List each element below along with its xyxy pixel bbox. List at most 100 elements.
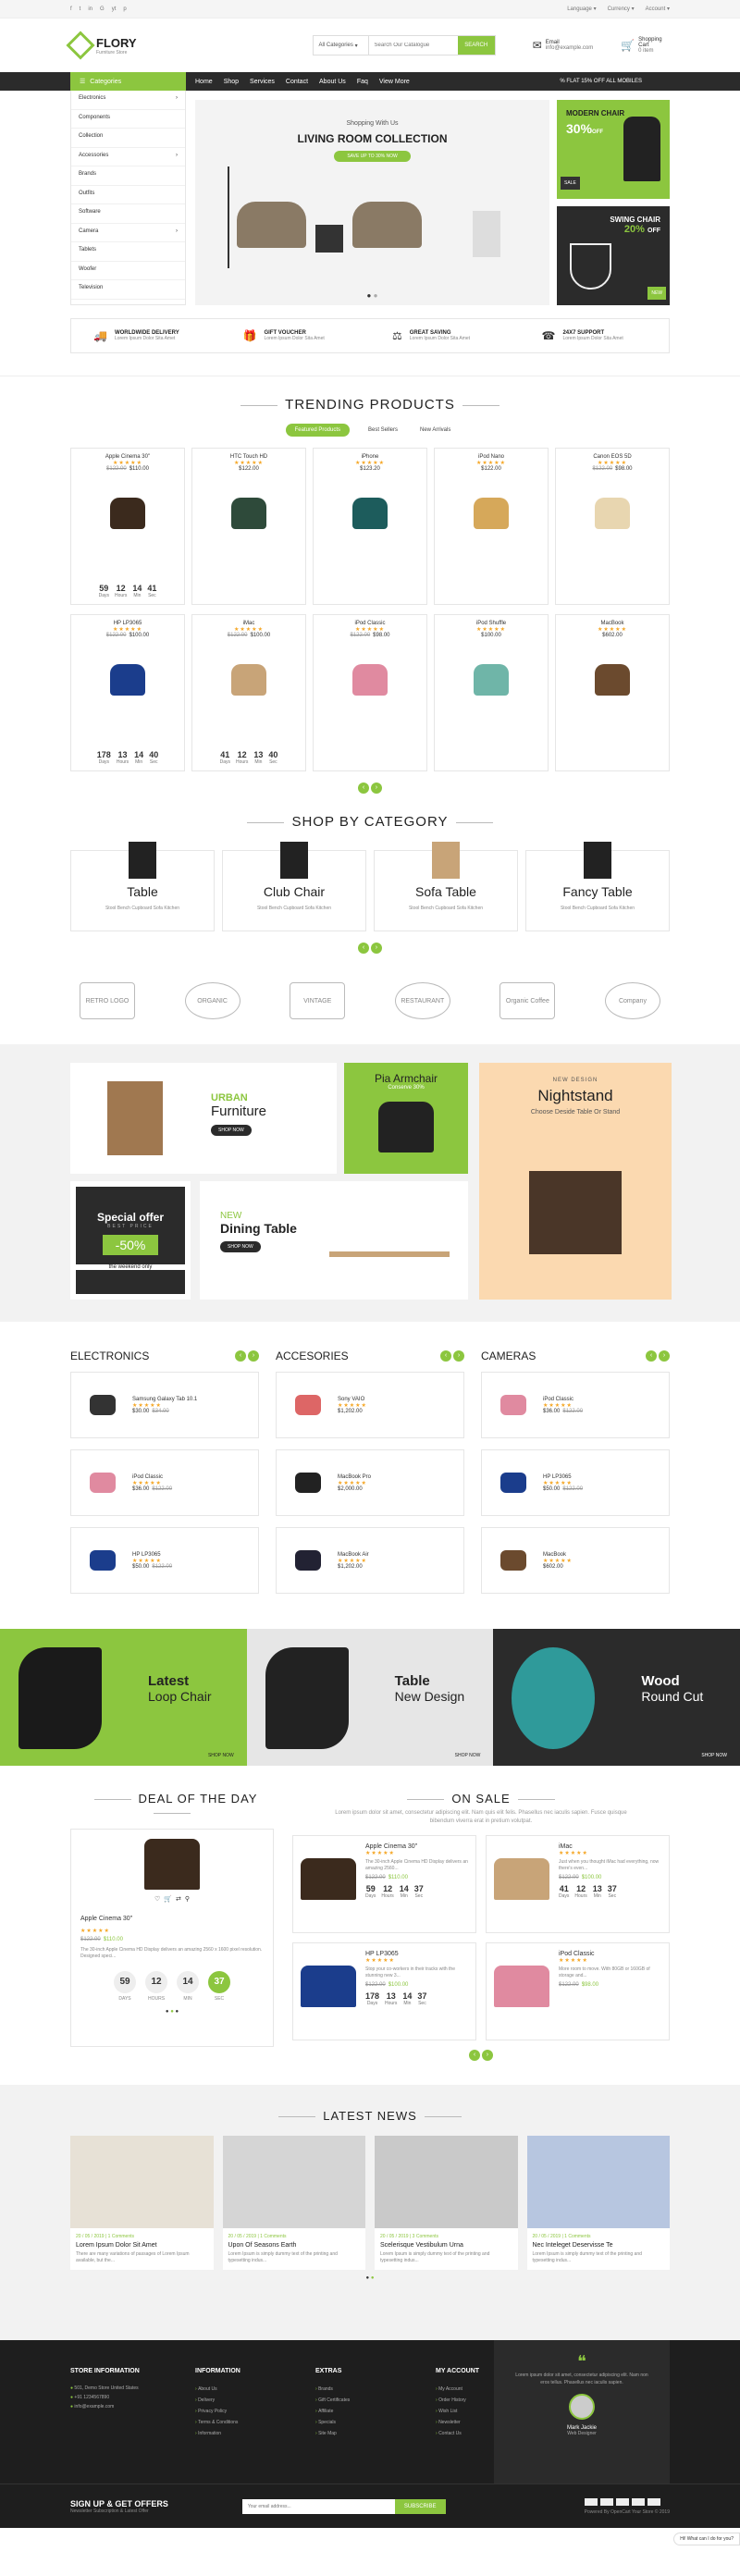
news-title[interactable]: Nec Inteleget Deservisse Te: [533, 2242, 665, 2249]
cart-icon[interactable]: 🛒: [164, 1895, 172, 1903]
footer-link[interactable]: › Affiliate: [315, 2406, 417, 2417]
tab[interactable]: Best Sellers: [364, 424, 401, 437]
swing-chair-banner[interactable]: SWING CHAIR 20% OFF NEW: [557, 206, 670, 305]
sidebar-item[interactable]: Components: [71, 110, 185, 129]
category-sublinks[interactable]: Stool Bench Cupboard Sofa Kitchen: [241, 905, 347, 912]
footer-link[interactable]: › Brands: [315, 2384, 417, 2395]
list-item[interactable]: Sony VAIO ★★★★★ $1,202.00: [276, 1372, 464, 1438]
category-select[interactable]: All Categories ▾: [314, 36, 369, 55]
brand-logo[interactable]: RETRO LOGO: [80, 982, 135, 1019]
account-dropdown[interactable]: Account ▾: [646, 6, 670, 12]
product-card[interactable]: Canon EOS 5D ★★★★★ $122.00 $98.00: [555, 448, 670, 605]
nav-link[interactable]: About Us: [319, 79, 346, 85]
wishlist-icon[interactable]: ♡: [154, 1895, 160, 1903]
column-nav[interactable]: ‹ ›: [440, 1350, 464, 1362]
news-title[interactable]: Scelerisque Vestibulum Urna: [380, 2242, 512, 2249]
footer-link[interactable]: › About Us: [195, 2384, 297, 2395]
cart[interactable]: 🛒 Shopping Cart 0 item: [621, 37, 670, 54]
compare-icon[interactable]: ⇄: [176, 1895, 181, 1903]
sidebar-item[interactable]: Television: [71, 280, 185, 300]
slider-dots[interactable]: ● ●: [195, 291, 549, 300]
list-item[interactable]: HP LP3065 ★★★★★ $50.00 $122.00: [481, 1449, 670, 1516]
nav-link[interactable]: Services: [250, 79, 275, 85]
brand-logo[interactable]: Company: [604, 982, 660, 1019]
sidebar-item[interactable]: Camera ›: [71, 224, 185, 242]
urban-banner[interactable]: URBAN Furniture SHOP NOW: [70, 1063, 337, 1174]
news-card[interactable]: 20 / 05 / 2019 | 1 Comments Upon Of Seaso…: [222, 2136, 365, 2270]
shop-now-link[interactable]: SHOP NOW: [701, 1753, 727, 1758]
shop-now-button[interactable]: SHOP NOW: [220, 1241, 261, 1252]
list-item[interactable]: iPod Classic ★★★★★ $36.00 $122.00: [70, 1449, 259, 1516]
product-card[interactable]: iPod Classic ★★★★★ $122.00 $98.00: [313, 614, 427, 771]
categories-button[interactable]: ☰ Categories: [70, 72, 186, 91]
brand-logo[interactable]: VINTAGE: [290, 982, 346, 1019]
sidebar-item[interactable]: Tablets: [71, 242, 185, 262]
category-sublinks[interactable]: Stool Bench Cupboard Sofa Kitchen: [545, 905, 650, 912]
shop-now-link[interactable]: SHOP NOW: [208, 1753, 234, 1758]
subscribe-button[interactable]: SUBSCRIBE: [394, 2498, 446, 2514]
category-sublinks[interactable]: Stool Bench Cupboard Sofa Kitchen: [90, 905, 195, 912]
logo[interactable]: FLORY Furniture Store: [66, 31, 216, 60]
brand-logo[interactable]: ORGANIC: [184, 982, 240, 1019]
list-item[interactable]: MacBook Pro ★★★★★ $2,000.00: [276, 1449, 464, 1516]
list-item[interactable]: MacBook ★★★★★ $602.00: [481, 1527, 670, 1594]
brand-logo[interactable]: RESTAURANT: [394, 982, 450, 1019]
deal-card[interactable]: ♡ 🛒 ⇄ ⚲ Apple Cinema 30" ★★★★★ $122.00 $110.…: [70, 1829, 274, 2047]
tab[interactable]: Featured Products: [285, 424, 350, 437]
news-title[interactable]: Upon Of Seasons Earth: [228, 2242, 361, 2249]
promo-banner[interactable]: Latest Loop Chair SHOP NOW: [0, 1629, 247, 1766]
nightstand-banner[interactable]: NEW DESIGN Nightstand Choose Deside Tabl…: [479, 1063, 672, 1300]
search-input[interactable]: [368, 36, 458, 55]
list-item[interactable]: Samsung Galaxy Tab 10.1 ★★★★★ $30.00 $34.00: [70, 1372, 259, 1438]
category-title[interactable]: Table: [71, 884, 214, 899]
column-nav[interactable]: ‹ ›: [235, 1350, 259, 1362]
footer-link[interactable]: › Delivery: [195, 2395, 297, 2406]
chat-widget[interactable]: Hi! What can I do for you?: [673, 2533, 740, 2545]
footer-link[interactable]: › Site Map: [315, 2428, 417, 2439]
news-card[interactable]: 20 / 05 / 2019 | 1 Comments Lorem Ipsum D…: [70, 2136, 214, 2270]
list-item[interactable]: MacBook Air ★★★★★ $1,202.00: [276, 1527, 464, 1594]
social-icon[interactable]: p: [123, 6, 126, 12]
news-title[interactable]: Lorem Ipsum Dolor Sit Amet: [76, 2242, 208, 2249]
footer-link[interactable]: › Terms & Conditions: [195, 2417, 297, 2428]
product-card[interactable]: iPod Nano ★★★★★ $122.00: [434, 448, 549, 605]
product-card[interactable]: iPod Shuffle ★★★★★ $100.00: [434, 614, 549, 771]
product-card[interactable]: iMac ★★★★★ $122.00 $100.00 41 Days 12 Hours 13 Mi…: [191, 614, 306, 771]
promo-banner[interactable]: Table New Design SHOP NOW: [246, 1629, 494, 1766]
footer-link[interactable]: › Specials: [315, 2417, 417, 2428]
category-card[interactable]: Fancy Table Stool Bench Cupboard Sofa Kit…: [525, 842, 670, 931]
category-card[interactable]: Sofa Table Stool Bench Cupboard Sofa Kitc…: [374, 842, 518, 931]
product-card[interactable]: HP LP3065 ★★★★★ $122.00 $100.00 178 Days 13 Hou…: [70, 614, 185, 771]
currency-dropdown[interactable]: Currency ▾: [608, 6, 635, 12]
promo-banner[interactable]: Wood Round Cut SHOP NOW: [493, 1629, 740, 1766]
shop-now-link[interactable]: SHOP NOW: [455, 1753, 481, 1758]
footer-link[interactable]: › Information: [195, 2428, 297, 2439]
nav-link[interactable]: Shop: [224, 79, 239, 85]
language-dropdown[interactable]: Language ▾: [567, 6, 596, 12]
carousel-nav[interactable]: ‹ ›: [292, 2050, 670, 2061]
sidebar-item[interactable]: Woofer: [71, 262, 185, 280]
tab[interactable]: New Arrivals: [416, 424, 454, 437]
sidebar-item[interactable]: Software: [71, 204, 185, 224]
pia-banner[interactable]: Pia Armchair Conserve 30%: [344, 1063, 468, 1174]
brand-logo[interactable]: Organic Coffee: [500, 982, 556, 1019]
sale-item[interactable]: iMac ★★★★★ Just when you thought iMac had …: [486, 1835, 670, 1933]
modern-chair-banner[interactable]: MODERN CHAIR 30%OFF SALE: [557, 100, 670, 199]
social-icon[interactable]: t: [80, 6, 81, 12]
list-item[interactable]: iPod Classic ★★★★★ $36.00 $122.00: [481, 1372, 670, 1438]
category-title[interactable]: Sofa Table: [375, 884, 517, 899]
sidebar-item[interactable]: Brands: [71, 166, 185, 186]
sale-item[interactable]: iPod Classic ★★★★★ More room to move. With…: [486, 1942, 670, 2040]
nav-link[interactable]: View More: [379, 79, 410, 85]
product-card[interactable]: Apple Cinema 30" ★★★★★ $122.00 $110.00 59 Day…: [70, 448, 185, 605]
hero-slider[interactable]: Shopping With Us LIVING ROOM COLLECTION …: [195, 100, 549, 305]
dining-banner[interactable]: NEW Dining Table SHOP NOW: [200, 1181, 468, 1300]
category-title[interactable]: Club Chair: [223, 884, 365, 899]
footer-link[interactable]: › Gift Certificates: [315, 2395, 417, 2406]
product-card[interactable]: MacBook ★★★★★ $602.00: [555, 614, 670, 771]
search-button[interactable]: SEARCH: [457, 36, 495, 55]
special-offer-banner[interactable]: Special offer BEST PRICE -50% the weeken…: [70, 1181, 191, 1300]
product-card[interactable]: HTC Touch HD ★★★★★ $122.00: [191, 448, 306, 605]
sidebar-item[interactable]: Collection: [71, 129, 185, 148]
sidebar-item[interactable]: Electronics ›: [71, 91, 185, 110]
